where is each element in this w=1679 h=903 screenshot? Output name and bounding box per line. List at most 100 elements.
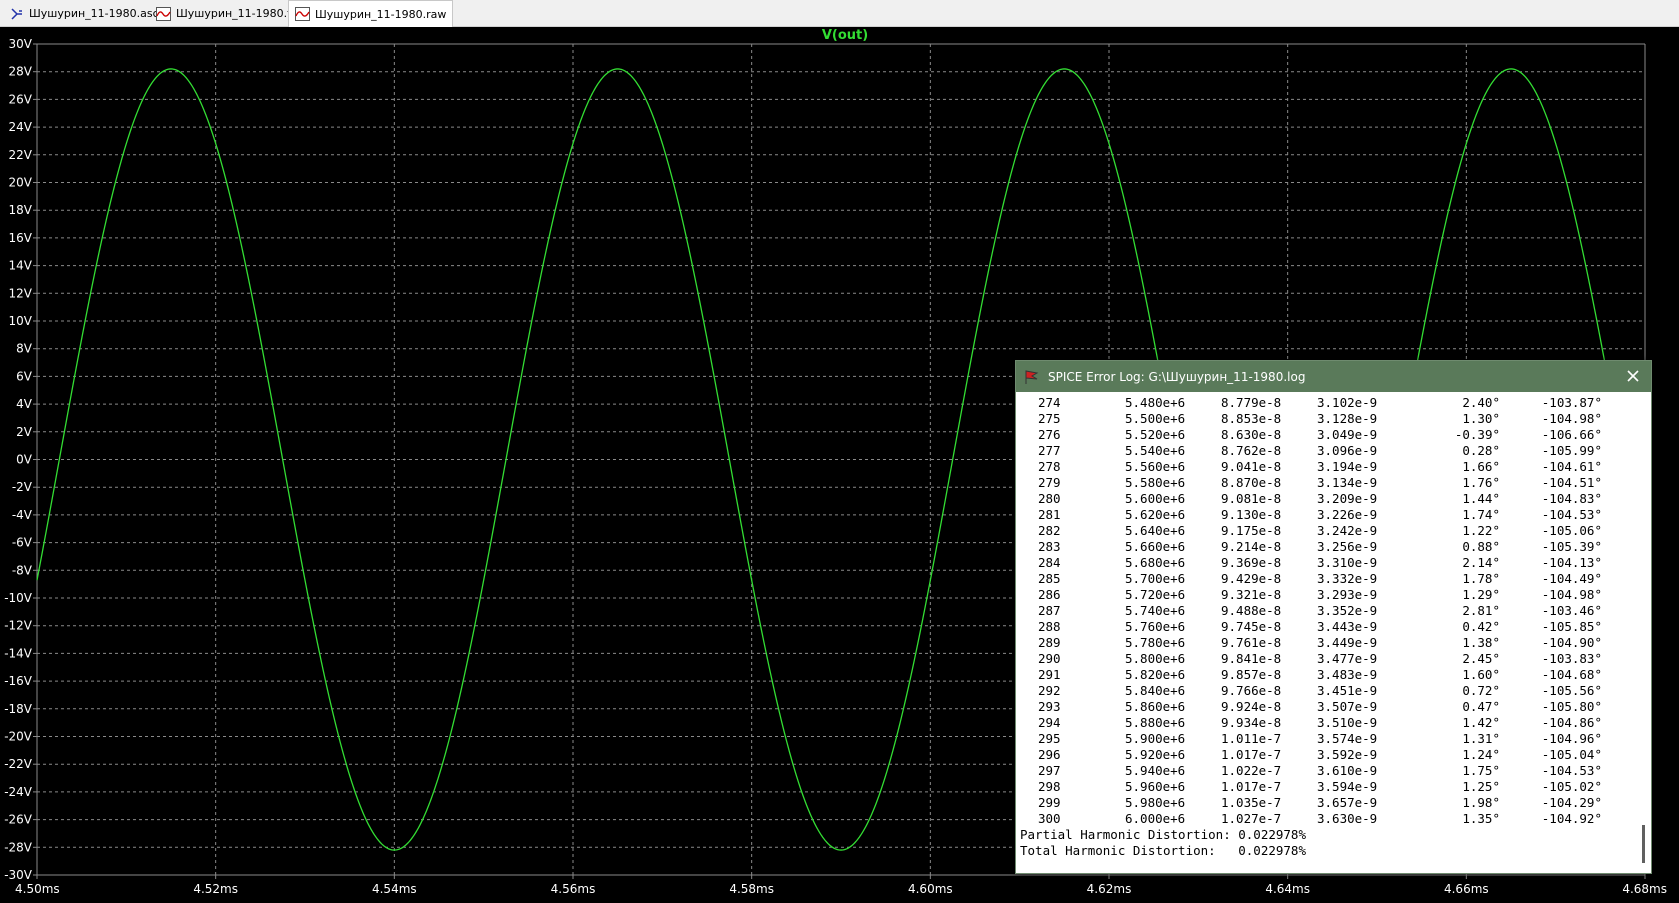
normalized-component-cell: 3.096e-9 (1317, 443, 1378, 458)
table-row: 275 5.500e+6 8.853e-8 3.128e-9 1.30° -104.98° (1020, 411, 1637, 427)
normalized-phase-cell: -104.98° (1541, 411, 1602, 426)
phase-cell: 0.28° (1462, 443, 1500, 458)
y-tick-label: -6V (12, 536, 33, 550)
table-row: 290 5.800e+6 9.841e-8 3.477e-9 2.45° -103.83° (1020, 651, 1637, 667)
frequency-cell: 5.900e+6 (1125, 731, 1186, 746)
phase-cell: 2.45° (1462, 651, 1500, 666)
fourier-component-cell: 8.870e-8 (1221, 475, 1282, 490)
table-row: 279 5.580e+6 8.870e-8 3.134e-9 1.76° -104.51° (1020, 475, 1637, 491)
phase-cell: 1.22° (1462, 523, 1500, 538)
tab-schematic[interactable]: Шушурин_11-1980.asc (4, 0, 165, 27)
tab-label: Шушурин_11-1980.raw (315, 7, 447, 21)
fourier-component-cell: 1.011e-7 (1221, 731, 1282, 746)
harmonic-index-cell: 284 (1038, 555, 1061, 570)
normalized-phase-cell: -104.13° (1541, 555, 1602, 570)
table-row: 283 5.660e+6 9.214e-8 3.256e-9 0.88° -105.39° (1020, 539, 1637, 555)
frequency-cell: 5.500e+6 (1125, 411, 1186, 426)
tab-raw[interactable]: Шушурин_11-1980.raw (288, 0, 454, 27)
frequency-cell: 5.920e+6 (1125, 747, 1186, 762)
table-row: 277 5.540e+6 8.762e-8 3.096e-9 0.28° -105.99° (1020, 443, 1637, 459)
harmonic-index-cell: 300 (1038, 811, 1061, 826)
trace-label-vout[interactable]: V(out) (822, 28, 868, 43)
normalized-component-cell: 3.049e-9 (1317, 427, 1378, 442)
log-text-area[interactable]: 274 5.480e+6 8.779e-8 3.102e-9 2.40° -103.87°… (1020, 395, 1637, 867)
phase-cell: 1.44° (1462, 491, 1500, 506)
log-scrollbar[interactable] (1639, 395, 1649, 867)
table-row: 292 5.840e+6 9.766e-8 3.451e-9 0.72° -105.56° (1020, 683, 1637, 699)
log-scrollbar-thumb[interactable] (1642, 825, 1645, 863)
frequency-cell: 5.520e+6 (1125, 427, 1186, 442)
y-tick-label: -20V (4, 730, 33, 744)
fourier-component-cell: 9.488e-8 (1221, 603, 1282, 618)
phase-cell: 1.66° (1462, 459, 1500, 474)
fourier-component-cell: 8.630e-8 (1221, 427, 1282, 442)
normalized-component-cell: 3.483e-9 (1317, 667, 1378, 682)
frequency-cell: 5.720e+6 (1125, 587, 1186, 602)
frequency-cell: 5.600e+6 (1125, 491, 1186, 506)
fourier-component-cell: 9.130e-8 (1221, 507, 1282, 522)
y-tick-label: -8V (12, 563, 33, 577)
harmonic-index-cell: 293 (1038, 699, 1061, 714)
harmonic-index-cell: 283 (1038, 539, 1061, 554)
normalized-phase-cell: -104.86° (1541, 715, 1602, 730)
harmonic-index-cell: 279 (1038, 475, 1061, 490)
normalized-component-cell: 3.209e-9 (1317, 491, 1378, 506)
y-tick-label: -2V (12, 480, 33, 494)
x-tick-label: 4.56ms (551, 882, 596, 896)
frequency-cell: 5.700e+6 (1125, 571, 1186, 586)
log-title-bar[interactable]: SPICE Error Log: G:\Шушурин_11-1980.log (1016, 361, 1651, 392)
fourier-component-cell: 8.853e-8 (1221, 411, 1282, 426)
fourier-component-cell: 9.214e-8 (1221, 539, 1282, 554)
table-row: 289 5.780e+6 9.761e-8 3.449e-9 1.38° -104.90° (1020, 635, 1637, 651)
waveform-icon (156, 6, 171, 21)
normalized-component-cell: 3.594e-9 (1317, 779, 1378, 794)
frequency-cell: 5.800e+6 (1125, 651, 1186, 666)
normalized-phase-cell: -105.80° (1541, 699, 1602, 714)
harmonic-index-cell: 298 (1038, 779, 1061, 794)
fourier-component-cell: 8.762e-8 (1221, 443, 1282, 458)
table-row: 281 5.620e+6 9.130e-8 3.226e-9 1.74° -104.53° (1020, 507, 1637, 523)
table-row: 299 5.980e+6 1.035e-7 3.657e-9 1.98° -104.29° (1020, 795, 1637, 811)
harmonic-index-cell: 280 (1038, 491, 1061, 506)
table-row: 287 5.740e+6 9.488e-8 3.352e-9 2.81° -103.46° (1020, 603, 1637, 619)
phase-cell: 0.88° (1462, 539, 1500, 554)
frequency-cell: 5.580e+6 (1125, 475, 1186, 490)
normalized-component-cell: 3.510e-9 (1317, 715, 1378, 730)
harmonic-index-cell: 292 (1038, 683, 1061, 698)
y-tick-label: 16V (9, 231, 33, 245)
normalized-phase-cell: -105.06° (1541, 523, 1602, 538)
y-tick-label: -4V (12, 508, 33, 522)
fourier-component-cell: 9.321e-8 (1221, 587, 1282, 602)
y-tick-label: 18V (9, 203, 33, 217)
x-tick-label: 4.66ms (1444, 882, 1489, 896)
harmonic-index-cell: 294 (1038, 715, 1061, 730)
normalized-phase-cell: -104.98° (1541, 587, 1602, 602)
y-tick-label: -14V (4, 646, 33, 660)
close-icon[interactable] (1625, 368, 1641, 384)
phase-cell: 1.75° (1462, 763, 1500, 778)
normalized-phase-cell: -103.87° (1541, 395, 1602, 410)
total-harmonic-distortion: Total Harmonic Distortion: 0.022978% (1020, 843, 1306, 858)
document-tab-bar: Шушурин_11-1980.asc Шушурин_11-1980.fft … (0, 0, 1679, 27)
table-row: 297 5.940e+6 1.022e-7 3.610e-9 1.75° -104.53° (1020, 763, 1637, 779)
harmonic-index-cell: 277 (1038, 443, 1061, 458)
schematic-icon (11, 7, 22, 20)
phase-cell: 2.81° (1462, 603, 1500, 618)
normalized-component-cell: 3.256e-9 (1317, 539, 1378, 554)
normalized-component-cell: 3.592e-9 (1317, 747, 1378, 762)
fourier-component-cell: 8.779e-8 (1221, 395, 1282, 410)
tab-fft[interactable]: Шушурин_11-1980.fft (150, 0, 305, 27)
table-row: 274 5.480e+6 8.779e-8 3.102e-9 2.40° -103.87° (1020, 395, 1637, 411)
spice-error-log-window[interactable]: SPICE Error Log: G:\Шушурин_11-1980.log … (1015, 360, 1652, 874)
harmonic-index-cell: 288 (1038, 619, 1061, 634)
fourier-component-cell: 9.924e-8 (1221, 699, 1282, 714)
y-tick-label: 28V (9, 65, 33, 79)
normalized-component-cell: 3.226e-9 (1317, 507, 1378, 522)
y-tick-label: -16V (4, 674, 33, 688)
phase-cell: 0.47° (1462, 699, 1500, 714)
frequency-cell: 5.680e+6 (1125, 555, 1186, 570)
y-tick-label: 10V (9, 314, 33, 328)
fourier-component-cell: 1.027e-7 (1221, 811, 1282, 826)
y-tick-label: 14V (9, 259, 33, 273)
phase-cell: 2.40° (1462, 395, 1500, 410)
